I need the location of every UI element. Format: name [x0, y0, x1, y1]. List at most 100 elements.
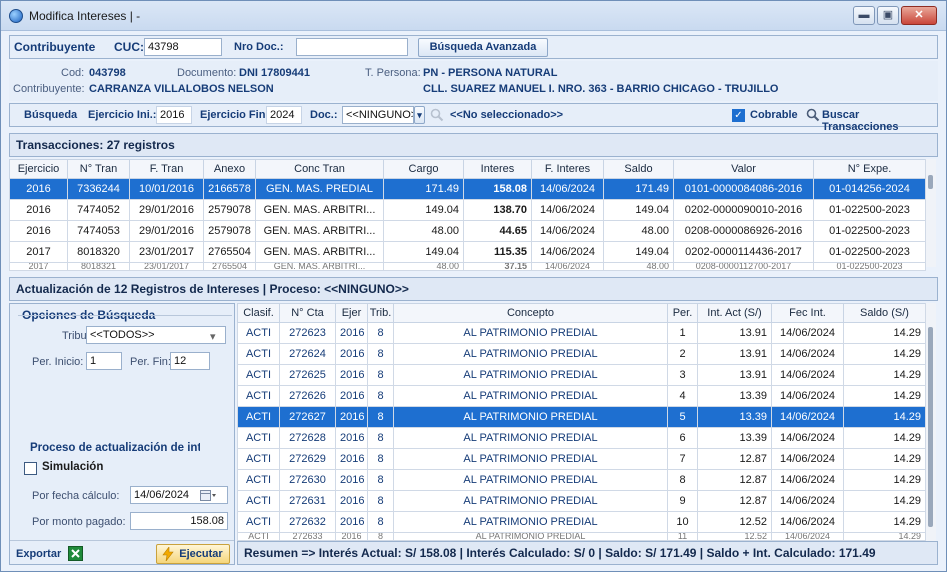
update-cell: 13.91: [697, 364, 772, 386]
transactions-scroll-thumb[interactable]: [928, 175, 933, 189]
tx-column-header: F. Interes: [531, 159, 604, 179]
update-cell: 4: [667, 385, 698, 407]
tx-cell: 2016: [9, 199, 68, 221]
update-grid[interactable]: Clasif. N° Cta Ejer Trib. Concepto Per. Int. A…: [237, 303, 926, 541]
tx-column-header: Anexo: [203, 159, 256, 179]
tx-cell: 01-022500-2023: [813, 262, 926, 271]
tx-cell: 149.04: [383, 199, 464, 221]
doc-select[interactable]: <<NINGUNO>>: [342, 106, 414, 124]
calendar-icon[interactable]: [200, 490, 216, 501]
update-scrollbar[interactable]: [925, 303, 936, 541]
update-cell: 13.39: [697, 427, 772, 449]
update-cell: 272625: [279, 364, 336, 386]
contribuyente-name-label: Contribuyente:: [13, 83, 85, 95]
tx-column-header: Ejercicio: [9, 159, 68, 179]
tx-cell: 2016: [9, 220, 68, 242]
table-row[interactable]: ACTI 272628 2016 8 AL PATRIMONIO PREDIAL 6 13.…: [237, 427, 926, 449]
table-row[interactable]: ACTI 272632 2016 8 AL PATRIMONIO PREDIAL 10 12…: [237, 511, 926, 533]
update-cell: 2016: [335, 490, 368, 512]
table-row[interactable]: ACTI 272625 2016 8 AL PATRIMONIO PREDIAL 3 13.…: [237, 364, 926, 386]
update-cell: 11: [667, 532, 698, 541]
update-cell: 2016: [335, 364, 368, 386]
update-cell: 12.52: [697, 511, 772, 533]
update-cell: 14.29: [843, 427, 926, 449]
table-row-partial[interactable]: ACTI 272633 2016 8 AL PATRIMONIO PREDIAL 11 12…: [237, 532, 926, 541]
ejercicio-ini-input[interactable]: 2016: [156, 106, 192, 124]
update-cell: 8: [367, 532, 394, 541]
update-cell: 14.29: [843, 490, 926, 512]
process-title: Proceso de actualización de intereses: [30, 442, 200, 454]
monto-pagado-input[interactable]: 158.08: [130, 512, 228, 530]
maximize-button[interactable]: ▣: [877, 6, 899, 25]
per-inicio-input[interactable]: 1: [86, 352, 122, 370]
table-row[interactable]: 2016 7336244 10/01/2016 2166578 GEN. MAS. PR…: [9, 178, 926, 200]
update-cell: ACTI: [237, 427, 280, 449]
table-row[interactable]: ACTI 272624 2016 8 AL PATRIMONIO PREDIAL 2 13.…: [237, 343, 926, 365]
update-cell: AL PATRIMONIO PREDIAL: [393, 490, 668, 512]
ejercicio-ini-label: Ejercicio Ini.:: [88, 109, 157, 121]
update-cell: 12.87: [697, 490, 772, 512]
update-cell: 13.91: [697, 322, 772, 344]
transactions-grid[interactable]: Ejercicio N° Tran F. Tran Anexo Conc Tran Car…: [9, 159, 926, 271]
buscar-transacciones-button[interactable]: Buscar Transacciones: [822, 109, 937, 133]
table-row[interactable]: ACTI 272629 2016 8 AL PATRIMONIO PREDIAL 7 12.…: [237, 448, 926, 470]
update-cell: 14.29: [843, 532, 926, 541]
tx-column-header: Conc Tran: [255, 159, 384, 179]
chevron-down-icon[interactable]: ▾: [414, 106, 425, 124]
update-cell: 14.29: [843, 343, 926, 365]
table-row[interactable]: ACTI 272630 2016 8 AL PATRIMONIO PREDIAL 8 12.…: [237, 469, 926, 491]
tx-cell: GEN. MAS. ARBITRI...: [255, 241, 384, 263]
transactions-scrollbar[interactable]: [925, 159, 936, 267]
table-row[interactable]: ACTI 272626 2016 8 AL PATRIMONIO PREDIAL 4 13.…: [237, 385, 926, 407]
update-cell: 7: [667, 448, 698, 470]
documento-label: Documento:: [177, 67, 237, 79]
bottom-divider: [10, 540, 234, 541]
nro-doc-input[interactable]: [296, 38, 408, 56]
tx-cell: 2765504: [203, 241, 256, 263]
update-cell: ACTI: [237, 490, 280, 512]
update-cell: 272628: [279, 427, 336, 449]
table-row[interactable]: 2016 7474053 29/01/2016 2579078 GEN. MAS. AR…: [9, 220, 926, 242]
update-cell: ACTI: [237, 406, 280, 428]
update-cell: 8: [367, 406, 394, 428]
update-cell: 14/06/2024: [771, 469, 844, 491]
cobrable-checkbox[interactable]: ✓: [732, 109, 745, 122]
search-icon[interactable]: [430, 108, 444, 122]
cuc-label: CUC:: [114, 40, 144, 54]
tpersona-label: T. Persona:: [365, 67, 421, 79]
update-cell: 8: [367, 448, 394, 470]
excel-icon[interactable]: [68, 546, 83, 561]
transactions-header: Transacciones: 27 registros: [9, 133, 938, 157]
simulacion-checkbox[interactable]: [24, 462, 37, 475]
tx-cell: 14/06/2024: [531, 262, 604, 271]
ejercicio-fin-input[interactable]: 2024: [266, 106, 302, 124]
tributo-chevron-down-icon[interactable]: ▾: [210, 330, 216, 343]
cod-label: Cod:: [61, 67, 85, 79]
cuc-input[interactable]: 43798: [144, 38, 222, 56]
update-cell: 13.91: [697, 343, 772, 365]
update-cell: 14/06/2024: [771, 343, 844, 365]
table-row[interactable]: ACTI 272627 2016 8 AL PATRIMONIO PREDIAL 5 13.…: [237, 406, 926, 428]
magnifier-icon: [806, 108, 820, 122]
close-button[interactable]: ✕: [901, 6, 937, 25]
update-cell: 12.87: [697, 448, 772, 470]
table-row[interactable]: ACTI 272631 2016 8 AL PATRIMONIO PREDIAL 9 12.…: [237, 490, 926, 512]
table-row[interactable]: 2016 7474052 29/01/2016 2579078 GEN. MAS. AR…: [9, 199, 926, 221]
tx-column-header: F. Tran: [129, 159, 204, 179]
update-scroll-thumb[interactable]: [928, 327, 933, 527]
no-seleccionado-label: <<No seleccionado>>: [450, 109, 564, 121]
per-fin-input[interactable]: 12: [170, 352, 210, 370]
simulacion-label: Simulación: [42, 461, 104, 473]
update-cell: 2016: [335, 469, 368, 491]
exportar-button[interactable]: Exportar: [16, 548, 61, 560]
table-row-partial[interactable]: 2017 8018321 23/01/2017 2765504 GEN. MAS. AR…: [9, 262, 926, 271]
tx-cell: 7474053: [67, 220, 130, 242]
advanced-search-button[interactable]: Búsqueda Avanzada: [418, 38, 548, 57]
update-cell: 8: [367, 511, 394, 533]
table-row[interactable]: ACTI 272623 2016 8 AL PATRIMONIO PREDIAL 1 13.…: [237, 322, 926, 344]
update-column-header: Int. Act (S/): [697, 303, 772, 323]
minimize-button[interactable]: ▬: [853, 6, 875, 25]
tx-cell: 37.15: [463, 262, 532, 271]
tributo-select[interactable]: <<TODOS>>: [86, 326, 226, 344]
table-row[interactable]: 2017 8018320 23/01/2017 2765504 GEN. MAS. AR…: [9, 241, 926, 263]
